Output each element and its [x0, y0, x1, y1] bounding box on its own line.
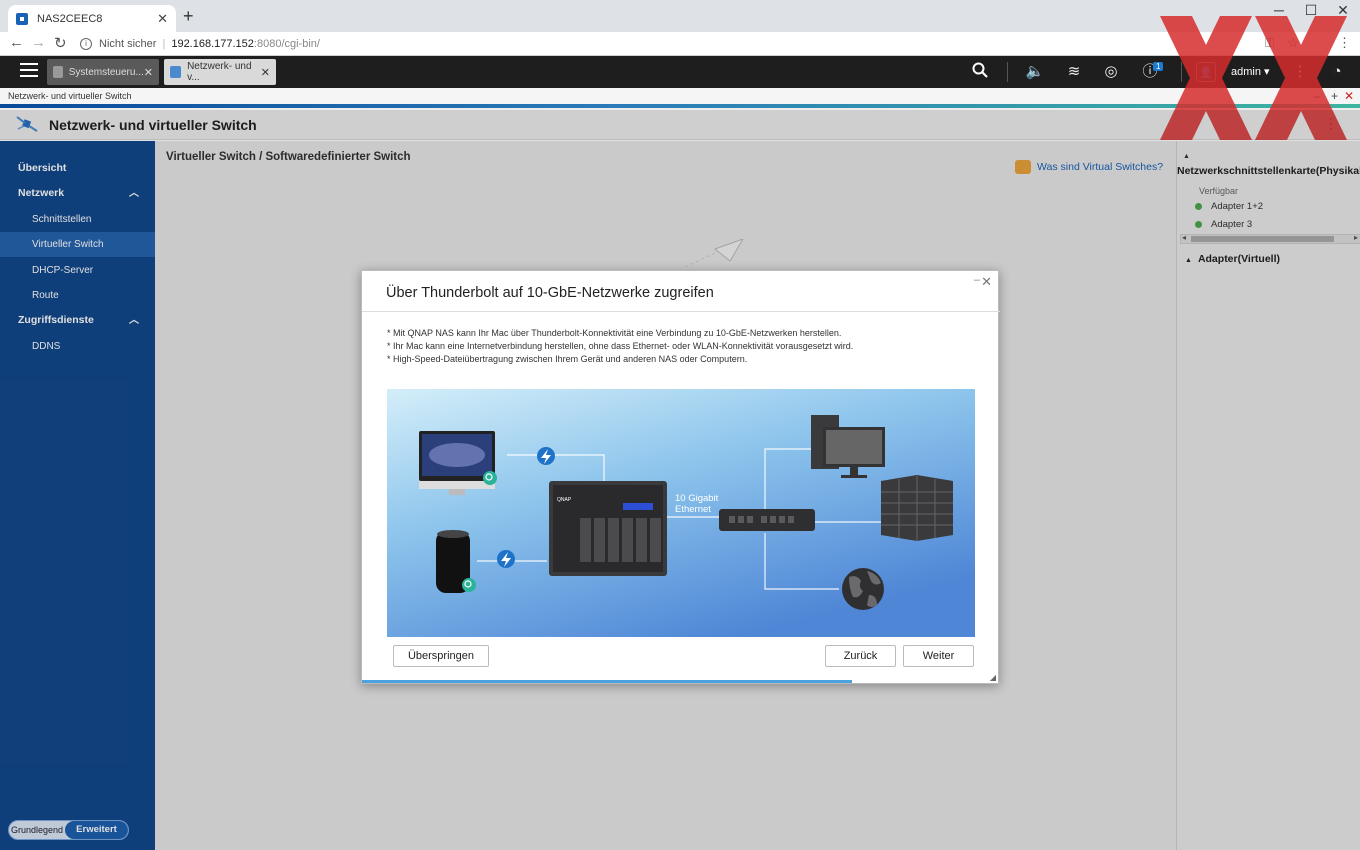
dialog-minimize-icon[interactable]: –: [974, 274, 980, 286]
browser-tab-title: NAS2CEEC8: [37, 12, 103, 25]
close-tab-icon[interactable]: ✕: [144, 66, 153, 79]
dialog-bullet: * Ihr Mac kann eine Internetverbindung h…: [387, 341, 854, 351]
wizard-progress-bar: [362, 680, 852, 683]
reload-icon[interactable]: ↻: [54, 34, 67, 52]
illustration-label-line2: Ethernet: [675, 504, 711, 515]
resize-handle-icon[interactable]: ◢: [990, 673, 996, 682]
browser-tabstrip: NAS2CEEC8 ✕ + ─ ☐ ✕: [0, 0, 1360, 32]
back-button[interactable]: Zurück: [825, 645, 896, 667]
thunderbolt-icon: [497, 550, 515, 568]
gear-icon: [53, 66, 63, 78]
imac-icon: [419, 431, 497, 495]
server-rack-icon: [881, 475, 953, 541]
dialog-close-icon[interactable]: ✕: [981, 274, 992, 290]
app-tab-label: Systemsteueru...: [68, 66, 144, 78]
new-tab-icon[interactable]: +: [183, 6, 194, 27]
network-switch-icon: [170, 66, 182, 78]
security-label: Nicht sicher: [99, 38, 157, 50]
browser-tab[interactable]: NAS2CEEC8 ✕: [8, 5, 176, 32]
app-tab-network-switch[interactable]: Netzwerk- und v... ✕: [164, 59, 276, 85]
browser-toolbar: ← → ↻ i Nicht sicher | 192.168.177.152 :…: [0, 32, 1360, 56]
thunderbolt-network-illustration: QNAP 10 Gigabit Ethernet: [387, 389, 975, 637]
forward-arrow-icon[interactable]: →: [31, 34, 46, 51]
address-bar[interactable]: i Nicht sicher | 192.168.177.152 :8080/c…: [80, 35, 1345, 53]
illustration-label-line1: 10 Gigabit: [675, 493, 719, 504]
background-tasks-icon[interactable]: ≋: [1064, 62, 1084, 82]
volume-icon[interactable]: 🔈: [1025, 62, 1045, 82]
network-switch-icon: [719, 509, 815, 531]
dialog-title: Über Thunderbolt auf 10-GbE-Netzwerke zu…: [386, 285, 714, 301]
external-device-icon[interactable]: ◎: [1101, 62, 1121, 82]
window-titlebar: Netzwerk- und virtueller Switch: [0, 88, 1360, 104]
app-tab-system-settings[interactable]: Systemsteueru... ✕: [47, 59, 159, 85]
qts-taskbar: Systemsteueru... ✕ Netzwerk- und v... ✕ …: [0, 56, 1360, 88]
intro-dialog: – ✕ Über Thunderbolt auf 10-GbE-Netzwerk…: [361, 270, 1000, 684]
qnap-favicon-icon: [16, 12, 28, 25]
nas-device-icon: QNAP: [549, 481, 667, 576]
dialog-bullet: * High-Speed-Dateiübertragung zwischen I…: [387, 354, 748, 364]
url-host: 192.168.177.152: [171, 38, 254, 50]
info-icon[interactable]: i: [80, 38, 92, 50]
back-arrow-icon[interactable]: ←: [9, 34, 24, 51]
nas-brand-label: QNAP: [557, 497, 572, 503]
close-tab-icon[interactable]: ✕: [157, 11, 168, 27]
skip-button[interactable]: Überspringen: [393, 645, 489, 667]
url-path: :8080/cgi-bin/: [253, 38, 320, 50]
dialog-bullet: * Mit QNAP NAS kann Ihr Mac über Thunder…: [387, 328, 842, 338]
main-menu-icon[interactable]: [20, 63, 38, 79]
search-icon[interactable]: [970, 62, 990, 82]
close-tab-icon[interactable]: ✕: [261, 66, 270, 79]
globe-icon: [842, 568, 884, 610]
url-separator: |: [162, 38, 166, 50]
next-button[interactable]: Weiter: [903, 645, 974, 667]
dialog-divider: [362, 311, 1000, 312]
app-tab-label: Netzwerk- und v...: [187, 61, 252, 83]
taskbar-divider: [1007, 62, 1008, 82]
thunderbolt-icon: [537, 447, 555, 465]
